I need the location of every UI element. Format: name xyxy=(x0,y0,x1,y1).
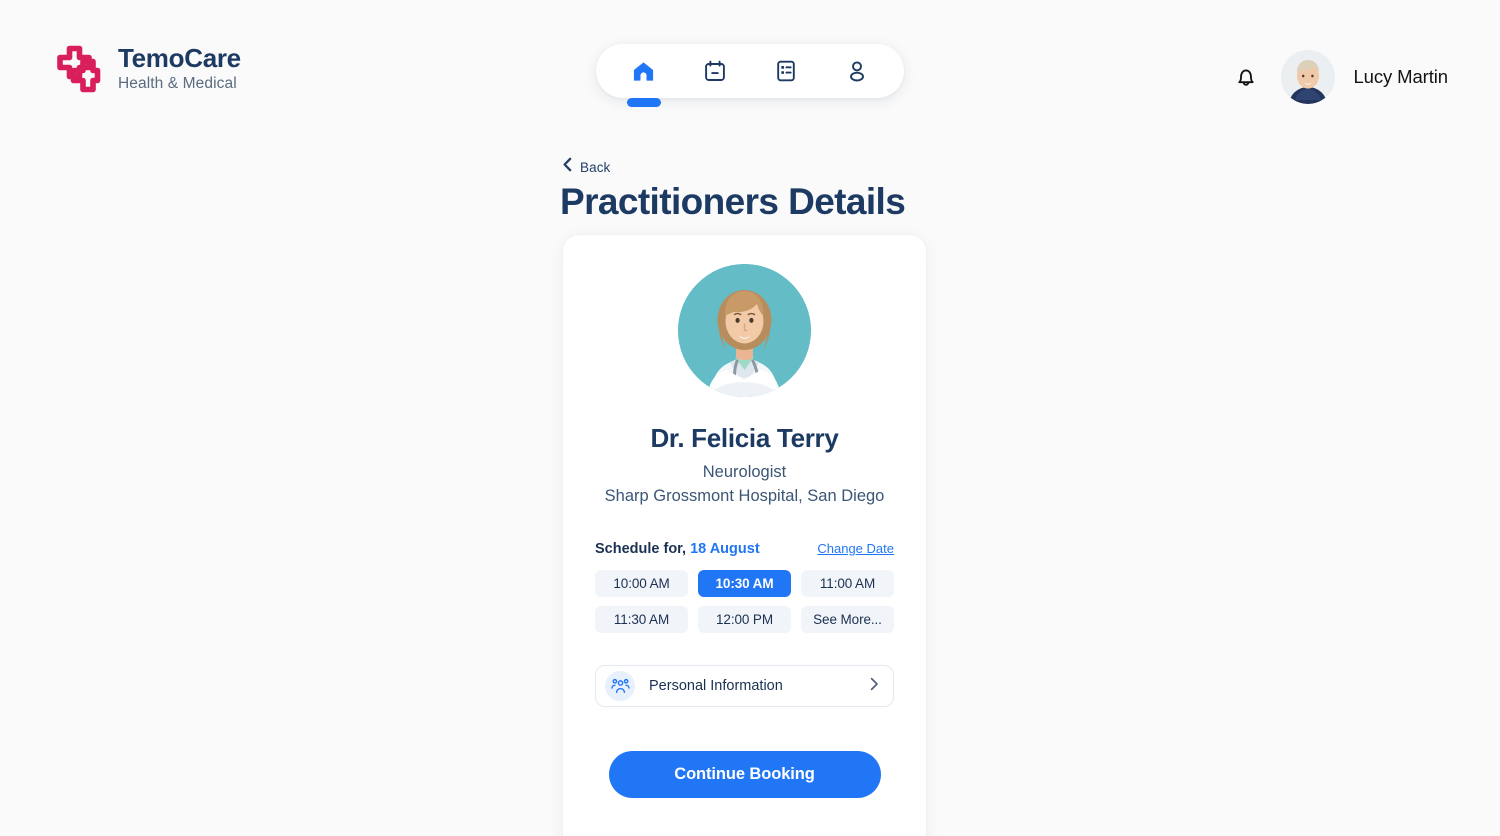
app-header: TemoCare Health & Medical Lucy Martin xyxy=(0,0,1500,141)
users-group-icon xyxy=(605,671,635,701)
nav-active-indicator xyxy=(626,98,661,107)
practitioner-photo xyxy=(678,264,811,397)
calendar-icon xyxy=(703,59,727,83)
practitioner-specialty: Neurologist xyxy=(702,463,787,481)
nav-item-profile[interactable] xyxy=(834,44,880,98)
brand-tagline: Health & Medical xyxy=(118,74,237,92)
schedule-label-prefix: Schedule for, xyxy=(595,541,691,557)
see-more-slots-button[interactable]: See More... xyxy=(801,606,894,633)
personal-information-row[interactable]: Personal Information xyxy=(595,665,894,707)
brand-name: TemoCare xyxy=(118,43,241,74)
time-slot[interactable]: 12:00 PM xyxy=(698,606,791,633)
home-icon xyxy=(631,59,656,84)
back-button[interactable]: Back xyxy=(562,157,610,177)
header-user-area: Lucy Martin xyxy=(1229,50,1448,104)
time-slot[interactable]: 10:00 AM xyxy=(595,570,688,597)
user-icon xyxy=(845,59,869,83)
brand-logo[interactable]: TemoCare Health & Medical xyxy=(52,42,241,96)
main-navigation xyxy=(596,44,904,107)
personal-information-label: Personal Information xyxy=(649,678,783,694)
clipboard-list-icon xyxy=(774,59,798,83)
chevron-right-icon xyxy=(870,677,879,696)
user-name: Lucy Martin xyxy=(1353,66,1448,87)
avatar[interactable] xyxy=(1281,50,1336,104)
schedule-header: Schedule for, 18 August Change Date xyxy=(595,541,894,557)
time-slot[interactable]: 11:00 AM xyxy=(801,570,894,597)
bell-icon[interactable] xyxy=(1229,60,1263,94)
change-date-link[interactable]: Change Date xyxy=(817,541,894,556)
cta-container: Continue Booking xyxy=(563,751,926,798)
schedule-label: Schedule for, 18 August xyxy=(595,541,760,557)
nav-item-appointments[interactable] xyxy=(692,44,738,98)
time-slot-selected[interactable]: 10:30 AM xyxy=(698,570,791,597)
time-slot[interactable]: 11:30 AM xyxy=(595,606,688,633)
medical-cross-icon xyxy=(52,42,104,96)
schedule-date: 18 August xyxy=(690,541,760,557)
practitioner-name: Dr. Felicia Terry xyxy=(650,423,839,453)
chevron-left-icon xyxy=(562,157,573,177)
page-title: Practitioners Details xyxy=(560,181,906,222)
time-slot-grid: 10:00 AM 10:30 AM 11:00 AM 11:30 AM 12:0… xyxy=(595,570,894,633)
continue-booking-button[interactable]: Continue Booking xyxy=(608,751,881,798)
back-label: Back xyxy=(580,159,611,175)
practitioner-hospital: Sharp Grossmont Hospital, San Diego xyxy=(604,487,885,505)
nav-item-records[interactable] xyxy=(763,44,809,98)
nav-item-home[interactable] xyxy=(621,44,667,107)
practitioner-card: Dr. Felicia Terry Neurologist Sharp Gros… xyxy=(563,235,926,836)
